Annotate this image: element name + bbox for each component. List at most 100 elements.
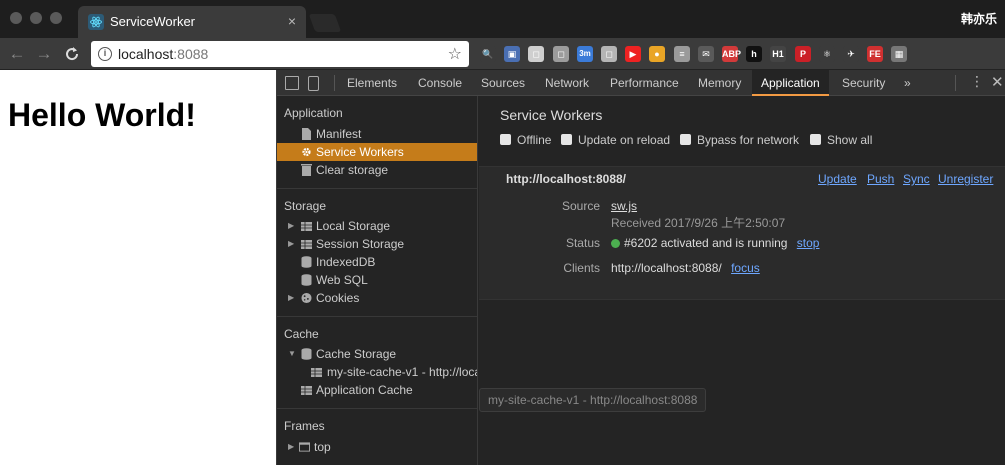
chrome-icon[interactable]: ● <box>649 46 665 62</box>
divider <box>277 188 477 189</box>
browser-tab[interactable]: ServiceWorker × <box>78 6 306 38</box>
note-icon[interactable]: ≡ <box>674 46 690 62</box>
grid-icon <box>301 386 312 395</box>
expand-triangle-icon: ▶ <box>288 442 295 451</box>
trash-icon <box>301 164 312 176</box>
more-options-icon[interactable]: ⋮ <box>970 73 984 90</box>
sidebar-item-session-storage[interactable]: ▶ Session Storage <box>277 235 477 253</box>
abp-icon[interactable]: ABP <box>722 46 741 62</box>
box-icon[interactable]: ◻ <box>528 46 544 62</box>
reload-icon[interactable] <box>61 43 83 65</box>
section-head-application: Application <box>284 106 343 120</box>
section-head-storage: Storage <box>284 199 327 213</box>
profile-name[interactable]: 韩亦乐 <box>961 10 997 27</box>
forward-arrow-icon[interactable]: → <box>33 43 55 65</box>
tooltip: my-site-cache-v1 - http://localhost:8088 <box>479 388 707 412</box>
pane-title: Service Workers <box>500 107 603 123</box>
devtools-tab-bar: Elements Console Sources Network Performance… <box>277 70 1005 96</box>
tile-icon[interactable]: ◻ <box>553 46 569 62</box>
source-label: Source <box>561 199 600 213</box>
tab-performance[interactable]: Performance <box>610 70 679 96</box>
tab-memory[interactable]: Memory <box>698 70 741 96</box>
close-window-button[interactable] <box>10 12 22 24</box>
grid-icon <box>301 222 312 231</box>
back-arrow-icon[interactable]: ← <box>6 43 28 65</box>
sidebar-item-clear-storage[interactable]: Clear storage <box>277 161 477 179</box>
info-icon[interactable]: i <box>98 47 112 61</box>
collapse-triangle-icon: ▼ <box>288 349 296 358</box>
sidebar-item-web-sql[interactable]: Web SQL <box>277 271 477 289</box>
calendar-icon[interactable]: 3m <box>577 46 593 62</box>
divider <box>277 408 477 409</box>
database-icon <box>301 256 312 268</box>
page-icon[interactable]: ◻ <box>601 46 617 62</box>
minimize-window-button[interactable] <box>30 12 42 24</box>
more-tabs-icon[interactable]: » <box>904 70 911 96</box>
bookmark-star-icon[interactable]: ☆ <box>448 44 462 64</box>
picture-icon[interactable]: ▣ <box>504 46 520 62</box>
layout-icon[interactable]: ▦ <box>891 46 907 62</box>
status-label: Status <box>565 236 600 250</box>
inspect-element-icon[interactable] <box>285 76 299 90</box>
browser-toolbar: ← → i localhost:8088 ☆ 🔍 ▣ ◻ ◻ 3m ◻ ▶ ● ≡ ✉ ABP h H1… <box>0 38 1005 70</box>
sidebar-item-indexeddb[interactable]: IndexedDB <box>277 253 477 271</box>
checkbox-offline[interactable]: Offline <box>500 133 551 147</box>
react-icon[interactable]: ⚛ <box>819 46 835 62</box>
pinterest-icon[interactable]: P <box>795 46 811 62</box>
gear-icon <box>302 147 311 157</box>
clients-value: http://localhost:8088/ focus <box>611 261 760 275</box>
sidebar-item-local-storage[interactable]: ▶ Local Storage <box>277 217 477 235</box>
push-link[interactable]: Push <box>867 172 894 186</box>
expand-triangle-icon: ▶ <box>288 221 295 230</box>
tab-application[interactable]: Application <box>752 70 829 96</box>
section-head-cache: Cache <box>284 327 319 341</box>
sidebar-item-cache-entry[interactable]: my-site-cache-v1 - http://localhost:8088 <box>277 363 477 381</box>
sidebar-item-cookies[interactable]: ▶ Cookies <box>277 289 477 307</box>
page-viewport: Hello World! <box>0 70 276 465</box>
bird-icon[interactable]: ✈ <box>843 46 859 62</box>
h1-icon[interactable]: H1 <box>770 46 786 62</box>
sync-link[interactable]: Sync <box>903 172 930 186</box>
tab-elements[interactable]: Elements <box>347 70 397 96</box>
new-tab-button[interactable] <box>308 14 342 32</box>
device-toolbar-icon[interactable] <box>308 76 319 91</box>
grid-icon <box>301 240 312 249</box>
tab-console[interactable]: Console <box>418 70 462 96</box>
expand-triangle-icon: ▶ <box>288 293 295 302</box>
mail-icon[interactable]: ✉ <box>698 46 714 62</box>
tab-sources[interactable]: Sources <box>481 70 525 96</box>
application-sidebar: Application Manifest Service Workers Cle… <box>277 96 478 465</box>
react-favicon-icon <box>88 14 104 30</box>
sidebar-item-service-workers[interactable]: Service Workers <box>277 143 477 161</box>
sidebar-item-manifest[interactable]: Manifest <box>277 125 477 143</box>
h-icon[interactable]: h <box>746 46 762 62</box>
zoom-window-button[interactable] <box>50 12 62 24</box>
checkbox-bypass-for-network[interactable]: Bypass for network <box>680 133 799 147</box>
title-bar: ServiceWorker × 韩亦乐 <box>0 0 1005 38</box>
focus-link[interactable]: focus <box>731 261 760 275</box>
youtube-icon[interactable]: ▶ <box>625 46 641 62</box>
url-text: localhost:8088 <box>118 46 209 62</box>
status-value: #6202 activated and is running stop <box>611 236 819 250</box>
grid-icon <box>311 368 322 377</box>
tab-network[interactable]: Network <box>545 70 589 96</box>
close-devtools-icon[interactable]: ✕ <box>991 73 1004 91</box>
magnifier-icon[interactable]: 🔍 <box>480 46 496 62</box>
update-link[interactable]: Update <box>818 172 857 186</box>
address-bar[interactable]: i localhost:8088 ☆ <box>91 41 469 67</box>
sidebar-item-cache-storage[interactable]: ▼ Cache Storage <box>277 345 477 363</box>
page-heading: Hello World! <box>8 97 196 133</box>
sidebar-item-application-cache[interactable]: Application Cache <box>277 381 477 399</box>
fe-icon[interactable]: FE <box>867 46 883 62</box>
divider <box>277 316 477 317</box>
checkbox-update-on-reload[interactable]: Update on reload <box>561 133 670 147</box>
unregister-link[interactable]: Unregister <box>938 172 993 186</box>
tab-security[interactable]: Security <box>842 70 885 96</box>
stop-link[interactable]: stop <box>797 236 820 250</box>
tab-close-icon[interactable]: × <box>288 13 296 29</box>
database-icon <box>301 348 312 360</box>
cookie-icon <box>301 292 312 304</box>
checkbox-show-all[interactable]: Show all <box>810 133 872 147</box>
source-file-link[interactable]: sw.js <box>611 199 637 213</box>
sidebar-item-frame-top[interactable]: ▶ top <box>277 438 477 456</box>
